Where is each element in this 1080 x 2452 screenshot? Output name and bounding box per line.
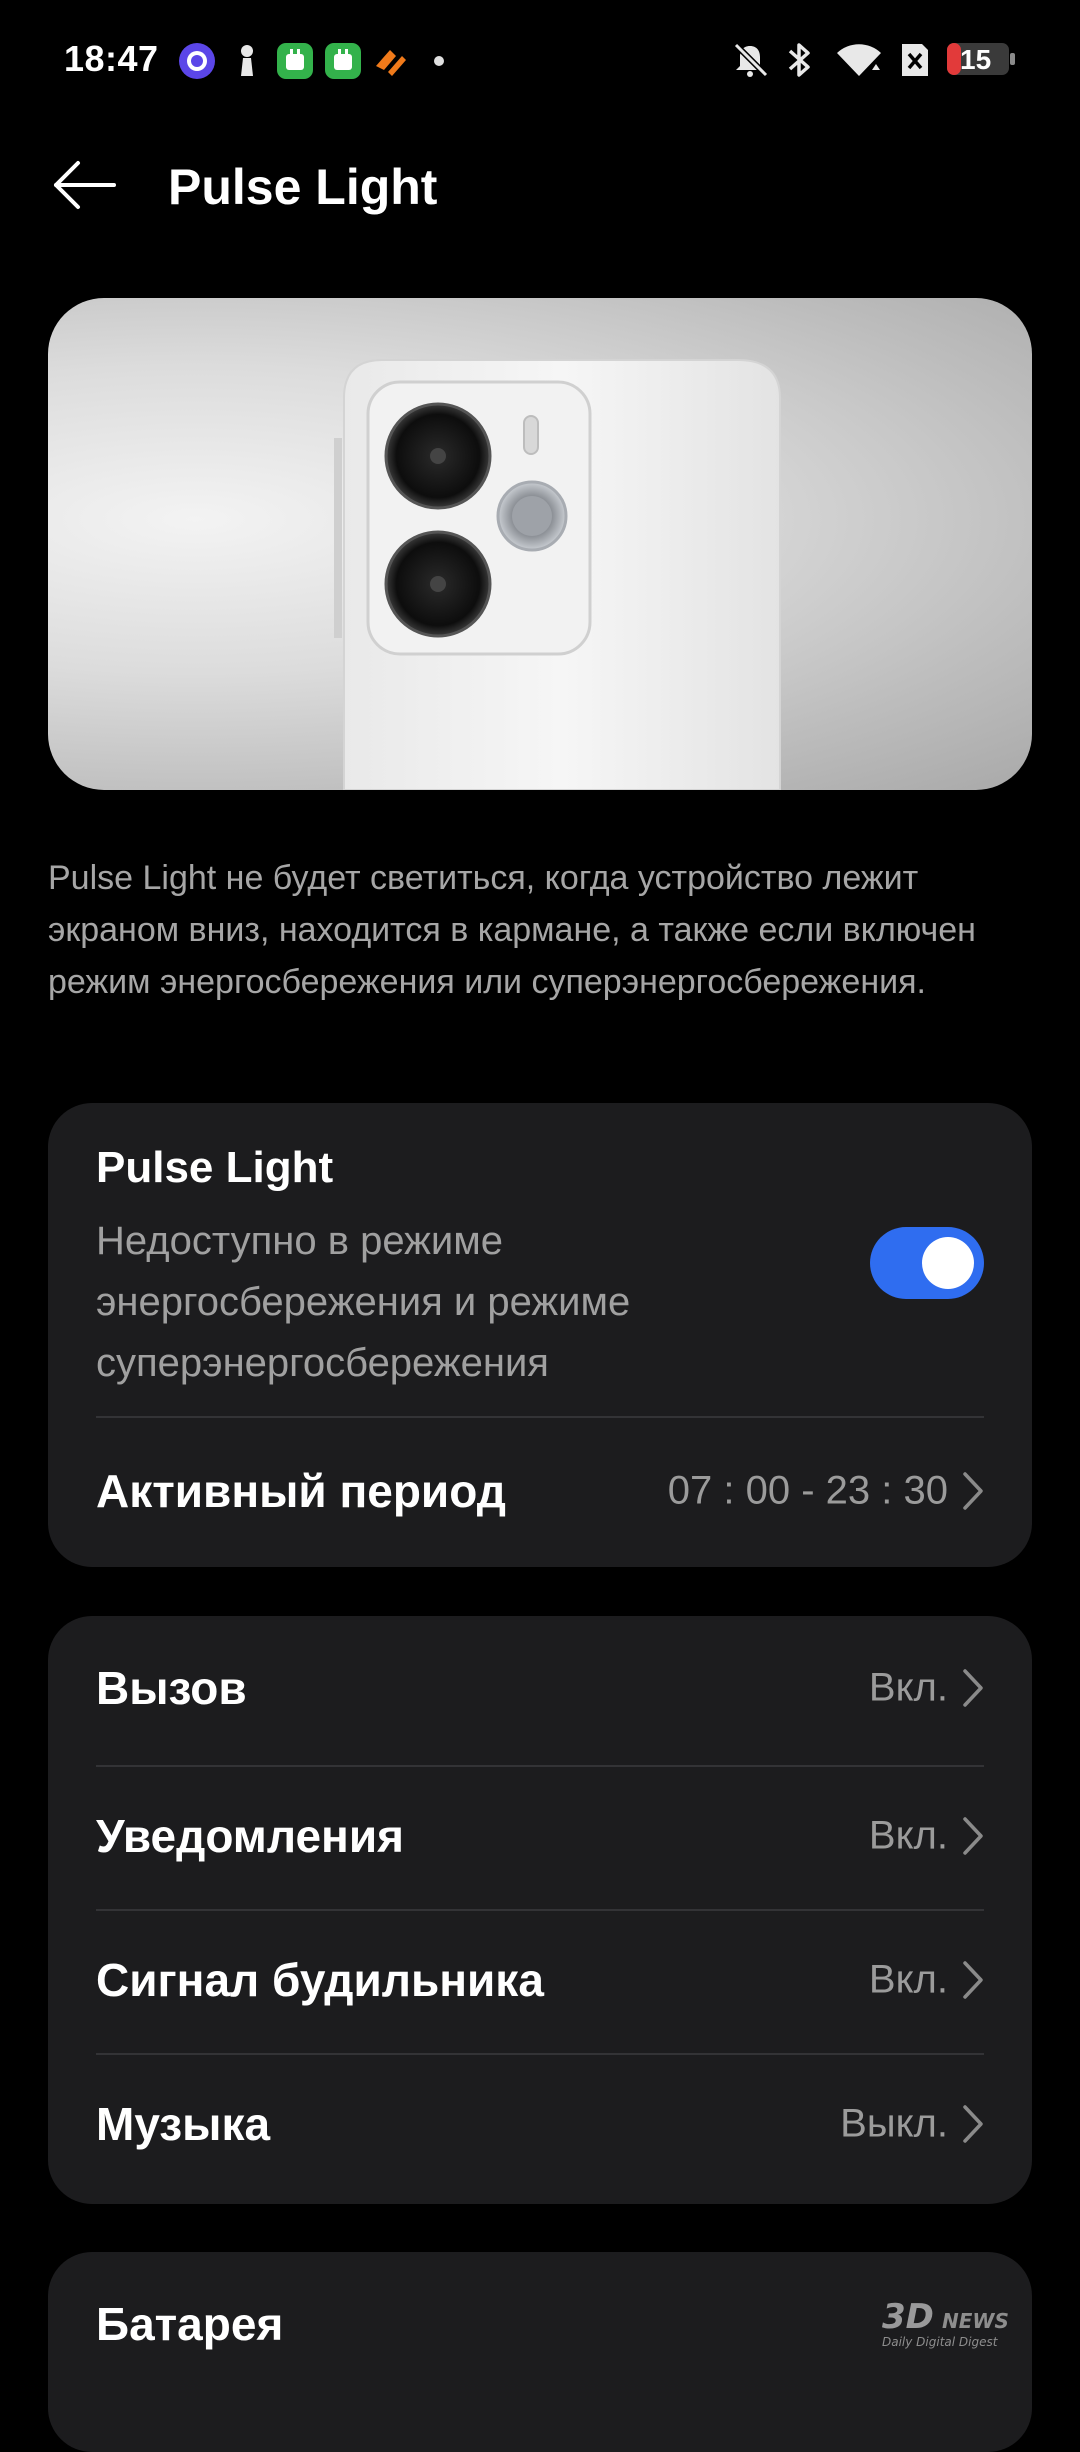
pulse-light-toggle-title: Pulse Light [96,1143,334,1192]
shop-app-icon [277,43,313,79]
event-row-music[interactable]: Музыка Выкл. [48,2052,1032,2196]
back-arrow-icon[interactable] [48,155,120,215]
events-card: Вызов Вкл. Уведомления Вкл. Сигнал будил… [48,1616,1032,2204]
event-label: Сигнал будильника [96,1954,544,2006]
chevron-right-icon [963,1472,983,1510]
battery-level: 15 [960,44,992,75]
chevron-right-icon [963,1961,983,1999]
event-value: Вкл. [868,1813,948,1858]
event-value: Выкл. [840,2101,948,2146]
event-label: Уведомления [96,1810,404,1862]
active-period-value: 07 : 00 - 23 : 30 [667,1468,948,1513]
svg-text:3D: 3D [882,2297,934,2337]
pulse-light-card: Pulse Light Недоступно в режиме энергосб… [48,1103,1032,1567]
switch-knob [922,1237,974,1289]
assistant-app-icon [179,43,215,79]
event-value: Вкл. [868,1957,948,2002]
chevron-right-icon [963,2105,983,2143]
active-period-label: Активный период [96,1465,506,1517]
pulse-light-toggle-subtitle: Недоступно в режиме энергосбережения и р… [96,1219,631,1385]
event-row-alarm[interactable]: Сигнал будильника Вкл. [48,1908,1032,2052]
svg-text:Daily Digital Digest: Daily Digital Digest [882,2335,999,2349]
orange-app-icon [376,50,406,76]
bluetooth-icon [788,43,810,77]
description-text: Pulse Light не будет светиться, когда ус… [48,859,976,1001]
status-time: 18:47 [64,38,159,79]
pawn-icon [241,45,253,76]
event-row-notifications[interactable]: Уведомления Вкл. [48,1764,1032,1908]
event-label: Вызов [96,1662,247,1714]
event-value: Вкл. [868,1665,948,1710]
divider [96,1416,984,1418]
no-sim-icon [902,44,928,76]
battery-row-label: Батарея [96,2298,284,2350]
chevron-right-icon [963,1669,983,1707]
svg-text:NEWS: NEWS [942,2309,1009,2333]
status-bar: 18:47 15 [0,0,1080,120]
wifi-icon [837,44,881,76]
hero-phone-image [48,298,1032,790]
event-row-call[interactable]: Вызов Вкл. [48,1616,1032,1760]
event-label: Музыка [96,2098,271,2150]
shop-app-icon-2 [325,43,361,79]
page-title: Pulse Light [168,159,438,215]
more-notifications-dot-icon [434,56,444,66]
pulse-light-switch[interactable] [870,1227,984,1299]
battery-indicator: 15 [946,40,1016,78]
watermark-logo: 3D NEWS Daily Digital Digest [882,2297,1009,2349]
chevron-right-icon [963,1817,983,1855]
mute-bell-icon [733,42,769,78]
active-period-row[interactable]: Активный период 07 : 00 - 23 : 30 [48,1419,1032,1563]
